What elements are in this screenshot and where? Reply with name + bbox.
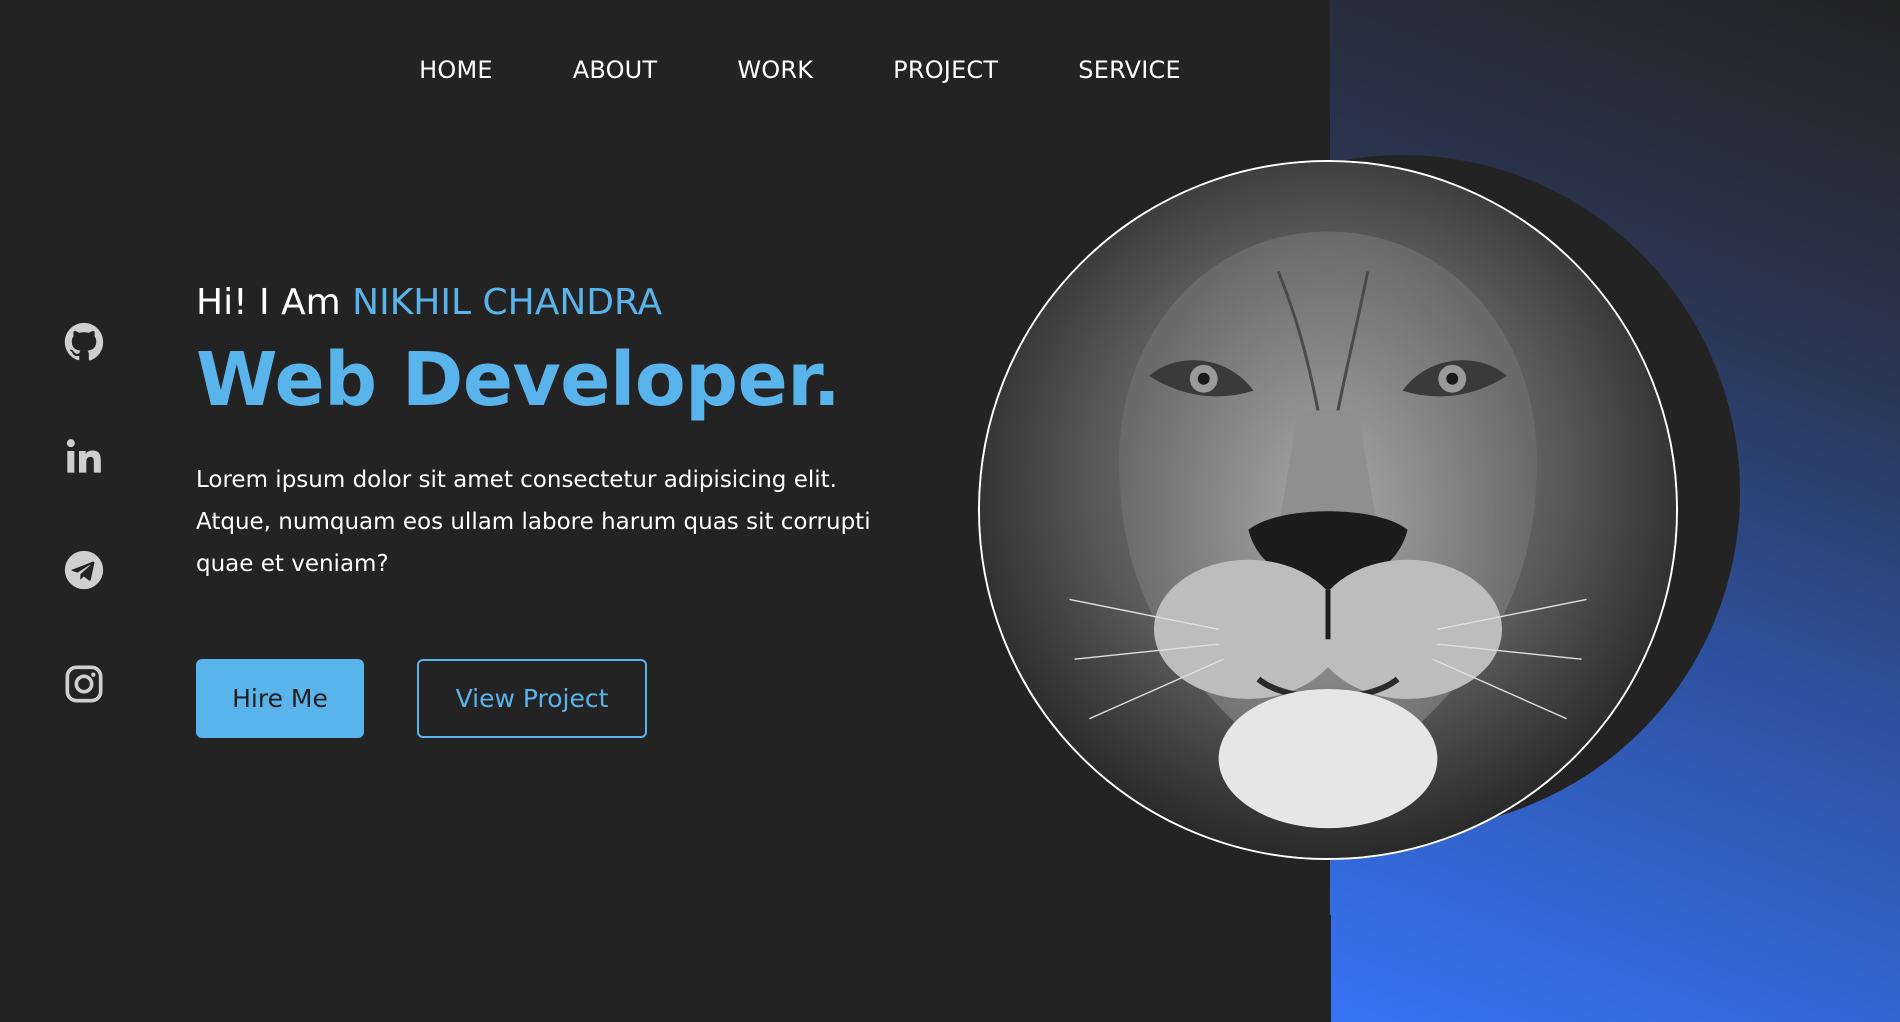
hero-description: Lorem ipsum dolor sit amet consectetur a…: [196, 467, 871, 577]
hero-title: Web Developer.: [196, 337, 841, 423]
github-icon: [64, 322, 104, 361]
view-project-button[interactable]: View Project: [417, 659, 647, 738]
lion-portrait: [980, 162, 1676, 858]
bottom-backing: [0, 915, 1331, 1022]
nav-work[interactable]: WORK: [737, 56, 813, 84]
developer-name: NIKHIL CHANDRA: [352, 282, 663, 323]
greeting: Hi! I Am NIKHIL CHANDRA: [196, 282, 936, 323]
instagram-icon: [65, 665, 103, 703]
main-nav: HOME ABOUT WORK PROJECT SERVICE: [0, 56, 1900, 84]
linkedin-icon: [66, 439, 101, 473]
hero-buttons: Hire Me View Project: [196, 659, 936, 738]
nav-service[interactable]: SERVICE: [1078, 56, 1181, 84]
hero: Hi! I Am NIKHIL CHANDRA Web Developer. L…: [196, 282, 936, 738]
telegram-icon: [64, 550, 104, 590]
nav-project[interactable]: PROJECT: [893, 56, 998, 84]
page: HOME ABOUT WORK PROJECT SERVICE Hi! I Am…: [0, 0, 1900, 1022]
nav-about[interactable]: ABOUT: [573, 56, 658, 84]
greeting-text: Hi! I Am: [196, 282, 353, 323]
telegram-link[interactable]: [62, 548, 106, 592]
profile-image: [978, 160, 1678, 860]
hire-me-button[interactable]: Hire Me: [196, 659, 364, 738]
linkedin-link[interactable]: [62, 434, 106, 478]
github-link[interactable]: [62, 320, 106, 364]
nav-home[interactable]: HOME: [419, 56, 493, 84]
instagram-link[interactable]: [62, 662, 106, 706]
social-links: [62, 320, 106, 776]
